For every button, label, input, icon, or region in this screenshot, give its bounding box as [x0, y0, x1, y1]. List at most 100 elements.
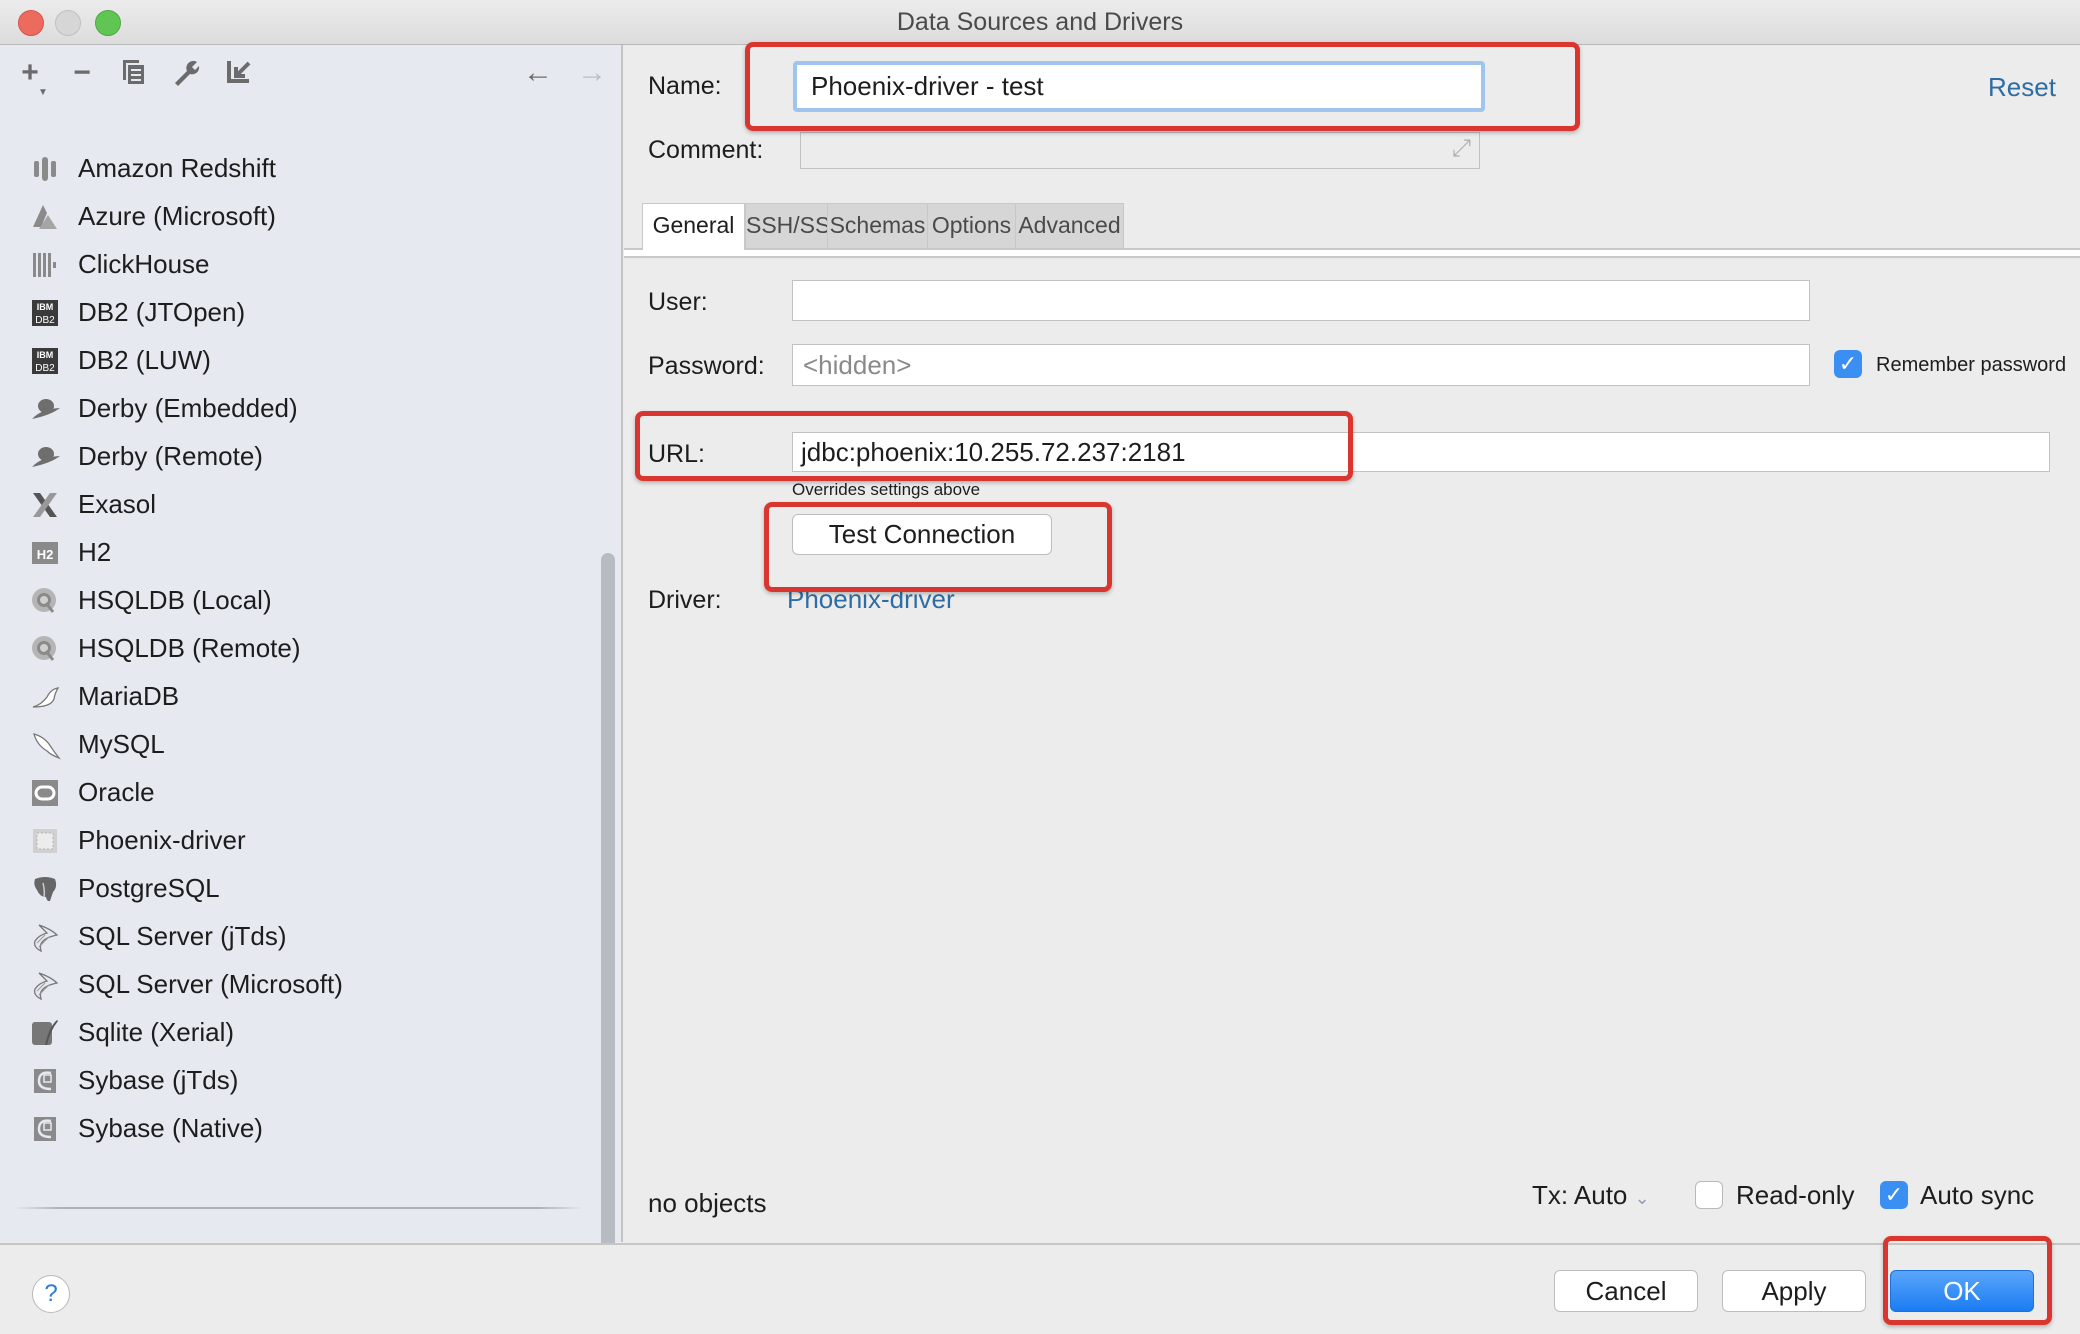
sql-server-icon — [31, 923, 59, 953]
clickhouse-icon — [31, 251, 59, 279]
mariadb-seal-icon — [31, 683, 60, 711]
transaction-mode-dropdown[interactable]: Tx: Auto ⌄ — [1532, 1180, 1650, 1211]
name-input[interactable]: Phoenix-driver - test — [793, 61, 1485, 112]
amazon-redshift-icon — [31, 155, 59, 183]
sidebar-item-label: MySQL — [78, 729, 165, 759]
comment-input[interactable]: ⤢ — [800, 132, 1480, 169]
sidebar-item-derby-remote[interactable]: Derby (Remote) — [0, 433, 590, 481]
sidebar-scrollbar[interactable] — [601, 553, 615, 1283]
sidebar-item-label: Amazon Redshift — [78, 153, 276, 183]
svg-text:DB2: DB2 — [35, 363, 55, 374]
sidebar-item-label: Oracle — [78, 777, 155, 807]
add-icon[interactable]: + ▼ — [14, 57, 48, 99]
tab-advanced[interactable]: Advanced — [1015, 203, 1124, 249]
tab-schemas[interactable]: Schemas — [827, 203, 928, 249]
comment-label: Comment: — [648, 136, 764, 164]
hsqldb-icon — [31, 587, 59, 615]
window-title: Data Sources and Drivers — [896, 8, 1184, 36]
sidebar-item-label: DB2 (JTOpen) — [78, 297, 246, 327]
sybase-icon — [31, 1067, 59, 1095]
sqlite-feather-icon — [31, 1019, 59, 1047]
sybase-icon — [31, 1115, 59, 1143]
mysql-dolphin-icon — [31, 731, 61, 760]
back-arrow-icon[interactable]: ← — [522, 57, 554, 89]
sidebar-item-hsqldb-remote[interactable]: HSQLDB (Remote) — [0, 625, 590, 673]
ok-button[interactable]: OK — [1890, 1270, 2034, 1312]
sidebar-item-mysql[interactable]: MySQL — [0, 721, 590, 769]
svg-text:IBM: IBM — [37, 350, 54, 360]
chevron-down-icon: ⌄ — [1634, 1188, 1650, 1208]
sidebar-item-exasol[interactable]: Exasol — [0, 481, 590, 529]
sidebar-item-h2[interactable]: H2 H2 — [0, 529, 590, 577]
tab-options[interactable]: Options — [927, 203, 1016, 249]
sidebar-item-label: H2 — [78, 537, 112, 567]
user-input[interactable] — [792, 280, 1810, 321]
tab-general[interactable]: General — [642, 203, 745, 250]
derby-hat-icon — [31, 395, 60, 423]
help-button[interactable]: ? — [32, 1275, 70, 1313]
sidebar-item-db2-luw[interactable]: IBM DB2 DB2 (LUW) — [0, 337, 590, 385]
sidebar-item-clickhouse[interactable]: ClickHouse — [0, 241, 590, 289]
sidebar-item-label: PostgreSQL — [78, 873, 220, 903]
test-connection-button[interactable]: Test Connection — [792, 514, 1052, 555]
sidebar-item-label: HSQLDB (Local) — [78, 585, 272, 615]
read-only-label: Read-only — [1736, 1180, 1855, 1210]
forward-arrow-icon[interactable]: → — [576, 57, 608, 89]
sidebar-item-label: Derby (Remote) — [78, 441, 263, 471]
sidebar-item-postgresql[interactable]: PostgreSQL — [0, 865, 590, 913]
sidebar-item-mariadb[interactable]: MariaDB — [0, 673, 590, 721]
tab-ssh-ssl[interactable]: SSH/SSL — [745, 203, 843, 249]
postgresql-elephant-icon — [31, 875, 59, 903]
driver-label: Driver: — [648, 586, 722, 614]
ibm-db2-icon: IBM DB2 — [31, 347, 59, 375]
sidebar-item-sybase-jtds[interactable]: Sybase (jTds) — [0, 1057, 590, 1105]
auto-sync-checkbox[interactable]: ✓ — [1880, 1181, 1908, 1209]
url-label: URL: — [648, 440, 705, 468]
sidebar-item-sybase-native[interactable]: Sybase (Native) — [0, 1105, 590, 1153]
sidebar-item-db2-jtopen[interactable]: IBM DB2 DB2 (JTOpen) — [0, 289, 590, 337]
sidebar-item-label: Sybase (Native) — [78, 1113, 263, 1143]
expand-icon[interactable]: ⤢ — [1452, 135, 1471, 163]
url-hint: Overrides settings above — [792, 480, 981, 499]
sidebar-item-phoenix-driver[interactable]: Phoenix-driver — [0, 817, 590, 865]
sidebar-item-oracle[interactable]: Oracle — [0, 769, 590, 817]
sidebar-item-label: Azure (Microsoft) — [78, 201, 276, 231]
auto-sync-label: Auto sync — [1920, 1180, 2035, 1210]
svg-text:H2: H2 — [37, 547, 54, 562]
remember-password-label: Remember password — [1876, 354, 2067, 376]
remember-password-checkbox[interactable]: ✓ — [1834, 350, 1862, 378]
apply-button[interactable]: Apply — [1722, 1270, 1866, 1312]
sql-server-icon — [31, 971, 59, 1001]
read-only-checkbox[interactable] — [1695, 1181, 1723, 1209]
dialog-footer: ? Cancel Apply OK — [0, 1243, 2080, 1334]
sidebar-item-sql-server-microsoft[interactable]: SQL Server (Microsoft) — [0, 961, 590, 1009]
oracle-icon — [31, 779, 59, 807]
sidebar-item-hsqldb-local[interactable]: HSQLDB (Local) — [0, 577, 590, 625]
sidebar-item-label: Phoenix-driver — [78, 825, 246, 855]
sidebar-item-sql-server-jtds[interactable]: SQL Server (jTds) — [0, 913, 590, 961]
cancel-button[interactable]: Cancel — [1554, 1270, 1698, 1312]
duplicate-icon[interactable] — [118, 57, 150, 89]
remove-icon[interactable]: − — [66, 57, 98, 89]
password-label: Password: — [648, 352, 765, 380]
h2-icon: H2 — [31, 539, 59, 567]
sidebar-item-label: Derby (Embedded) — [78, 393, 298, 423]
sidebar-divider — [14, 1207, 584, 1209]
sidebar-item-azure-microsoft[interactable]: Azure (Microsoft) — [0, 193, 590, 241]
azure-icon — [31, 203, 59, 231]
name-label: Name: — [648, 72, 722, 100]
driver-link[interactable]: Phoenix-driver — [787, 584, 955, 615]
sidebar-item-label: Exasol — [78, 489, 157, 519]
import-icon[interactable] — [222, 57, 254, 89]
url-input[interactable]: jdbc:phoenix:10.255.72.237:2181 — [792, 432, 2050, 472]
reset-link[interactable]: Reset — [1988, 72, 2056, 103]
password-input[interactable]: <hidden> — [792, 344, 1810, 386]
data-sources-sidebar: + ▼ − ← → Amazon Redshift Azure (Microsoft… — [0, 45, 623, 1283]
sidebar-item-label: SQL Server (Microsoft) — [78, 969, 343, 999]
sidebar-item-amazon-redshift[interactable]: Amazon Redshift — [0, 145, 590, 193]
password-placeholder: <hidden> — [803, 349, 912, 380]
wrench-icon[interactable] — [170, 57, 202, 89]
sidebar-item-derby-embedded[interactable]: Derby (Embedded) — [0, 385, 590, 433]
status-text: no objects — [648, 1188, 767, 1218]
sidebar-item-sqlite-xerial[interactable]: Sqlite (Xerial) — [0, 1009, 590, 1057]
